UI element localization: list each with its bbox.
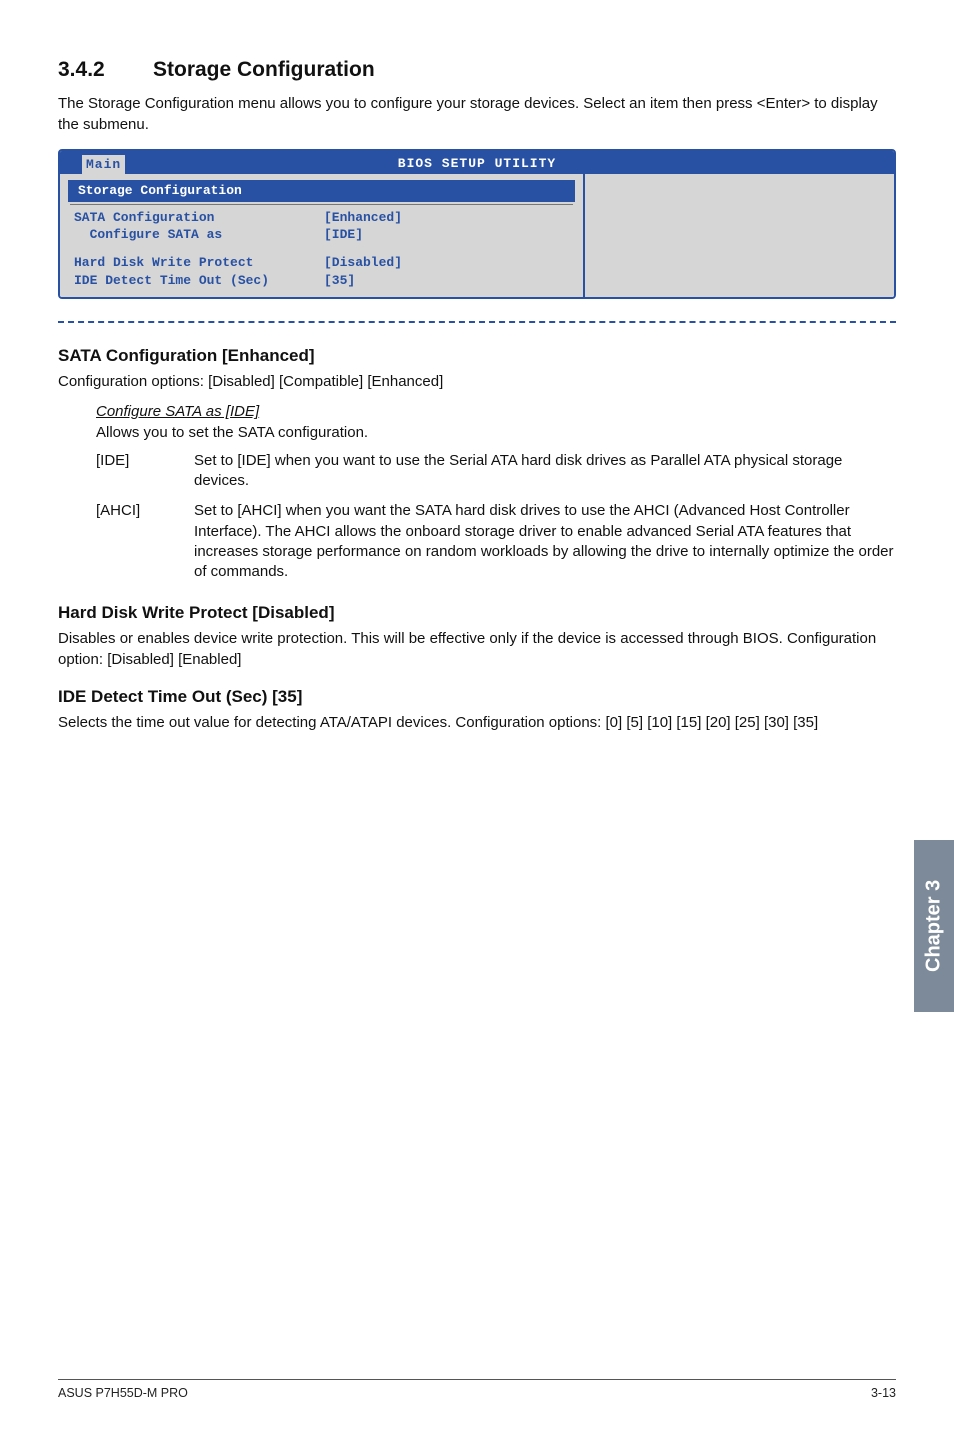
section-heading: 3.4.2Storage Configuration — [58, 56, 896, 84]
option-row-ahci: [AHCI] Set to [AHCI] when you want the S… — [96, 501, 896, 582]
ide-detect-text: Selects the time out value for detecting… — [58, 713, 896, 733]
bios-row-value: [IDE] — [324, 226, 569, 244]
bios-utility-title: BIOS SETUP UTILITY — [398, 156, 556, 171]
hd-write-heading: Hard Disk Write Protect [Disabled] — [58, 602, 896, 625]
bios-row-configure-sata-as[interactable]: Configure SATA as [IDE] — [64, 226, 579, 244]
ide-detect-heading: IDE Detect Time Out (Sec) [35] — [58, 686, 896, 709]
bios-left-pane: Storage Configuration SATA Configuration… — [60, 174, 585, 297]
bios-row-label: SATA Configuration — [74, 209, 324, 227]
bios-row-value: [Disabled] — [324, 254, 569, 272]
section-title: Storage Configuration — [153, 58, 375, 81]
configure-sata-as-heading: Configure SATA as [IDE] — [96, 402, 896, 422]
bios-row-value: [35] — [324, 272, 569, 290]
section-intro: The Storage Configuration menu allows yo… — [58, 94, 896, 135]
chapter-side-tab: Chapter 3 — [914, 840, 954, 1012]
page-footer: ASUS P7H55D-M PRO 3-13 — [58, 1379, 896, 1402]
option-text: Set to [AHCI] when you want the SATA har… — [194, 501, 896, 582]
bios-divider — [70, 204, 573, 205]
hd-write-text: Disables or enables device write protect… — [58, 629, 896, 670]
bios-body: Storage Configuration SATA Configuration… — [60, 174, 894, 297]
bios-row-label: Hard Disk Write Protect — [74, 254, 324, 272]
bios-tab-main[interactable]: Main — [82, 155, 125, 175]
sata-config-heading: SATA Configuration [Enhanced] — [58, 345, 896, 368]
section-number: 3.4.2 — [58, 56, 153, 84]
bios-row-value: [Enhanced] — [324, 209, 569, 227]
bios-row-sata-config[interactable]: SATA Configuration [Enhanced] — [64, 209, 579, 227]
footer-left: ASUS P7H55D-M PRO — [58, 1385, 188, 1402]
bios-panel-title: Storage Configuration — [68, 180, 575, 202]
bios-row-ide-detect-timeout[interactable]: IDE Detect Time Out (Sec) [35] — [64, 272, 579, 290]
bios-right-pane — [585, 174, 894, 297]
configure-sata-as-text: Allows you to set the SATA configuration… — [96, 423, 896, 443]
option-row-ide: [IDE] Set to [IDE] when you want to use … — [96, 451, 896, 492]
bios-row-label: Configure SATA as — [74, 226, 324, 244]
bios-row-hd-write-protect[interactable]: Hard Disk Write Protect [Disabled] — [64, 254, 579, 272]
sata-config-text: Configuration options: [Disabled] [Compa… — [58, 372, 896, 392]
option-label: [AHCI] — [96, 501, 194, 582]
bios-row-label: IDE Detect Time Out (Sec) — [74, 272, 324, 290]
option-label: [IDE] — [96, 451, 194, 492]
footer-right: 3-13 — [871, 1385, 896, 1402]
bios-header: BIOS SETUP UTILITY Main — [60, 151, 894, 175]
bios-panel: BIOS SETUP UTILITY Main Storage Configur… — [58, 149, 896, 299]
option-text: Set to [IDE] when you want to use the Se… — [194, 451, 896, 492]
